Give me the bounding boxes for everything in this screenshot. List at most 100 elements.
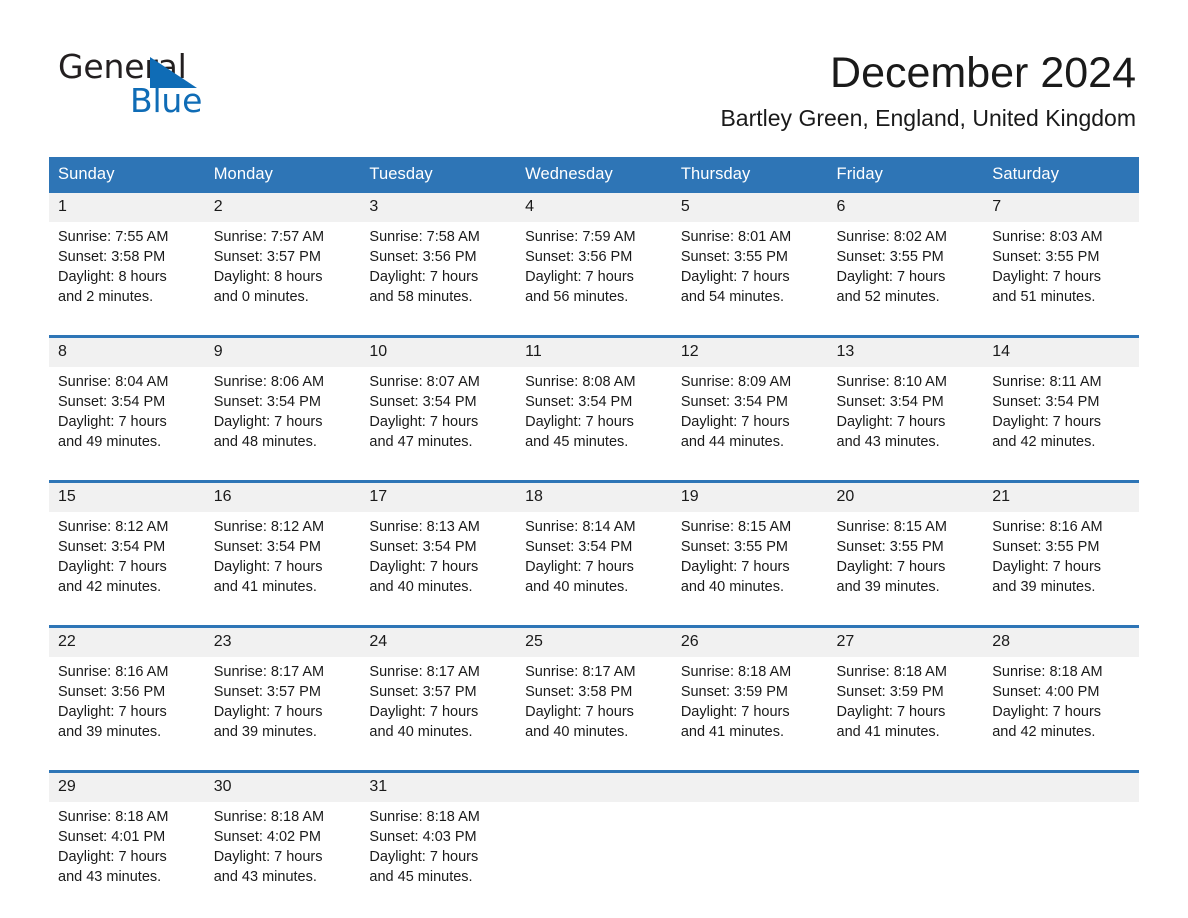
daylight-text-line2: and 2 minutes. [58,289,154,306]
sunrise-text: Sunrise: 8:14 AM [525,519,636,535]
day-number: 27 [827,625,984,657]
daylight-text-line2: and 54 minutes. [680,289,784,306]
sunrise-text: Sunrise: 7:55 AM [58,229,169,245]
daylight-text-line1: Daylight: 7 hours [213,704,323,721]
day-cell: Sunrise: 7:59 AM Sunset: 3:56 PM Dayligh… [516,222,672,337]
day-number: 14 [983,335,1139,367]
day-cell: Sunrise: 8:01 AM Sunset: 3:55 PM Dayligh… [671,222,828,337]
day-cell: Sunrise: 8:14 AM Sunset: 3:54 PM Dayligh… [516,512,672,627]
week-2-daynumbers: 8 9 10 11 12 13 14 [49,335,1139,367]
daylight-text-line1: Daylight: 7 hours [58,704,167,721]
page-header: General Blue December 2024 Bartley Green… [0,0,1188,152]
day-cell: Sunrise: 8:06 AM Sunset: 3:54 PM Dayligh… [204,367,361,482]
day-cell: Sunrise: 8:17 AM Sunset: 3:57 PM Dayligh… [204,657,361,772]
sunset-text: Sunset: 3:54 PM [836,394,944,411]
daylight-text-line2: and 51 minutes. [992,289,1096,306]
weekday-header-friday: Friday [827,157,984,193]
week-1-details: Sunrise: 7:55 AM Sunset: 3:58 PM Dayligh… [49,222,1139,337]
sunrise-text: Sunrise: 8:16 AM [58,664,169,680]
sunrise-text: Sunrise: 8:01 AM [680,229,792,245]
daylight-text-line2: and 40 minutes. [680,579,784,596]
sunrise-text: Sunrise: 8:15 AM [836,519,947,535]
daylight-text-line1: Daylight: 8 hours [213,269,323,286]
day-number: 28 [983,625,1139,657]
day-cell: Sunrise: 8:16 AM Sunset: 3:55 PM Dayligh… [983,512,1139,627]
sunset-text: Sunset: 3:54 PM [992,394,1100,411]
daylight-text-line1: Daylight: 7 hours [992,704,1102,721]
day-number: 29 [49,770,205,802]
sunrise-text: Sunrise: 8:08 AM [525,374,636,390]
weekday-header-tuesday: Tuesday [360,157,517,193]
daylight-text-line2: and 39 minutes. [836,579,940,596]
sunrise-text: Sunrise: 8:18 AM [213,809,325,825]
day-cell: Sunrise: 8:08 AM Sunset: 3:54 PM Dayligh… [516,367,672,482]
calendar-header-row: Sunday Monday Tuesday Wednesday Thursday… [49,157,1139,193]
day-cell: Sunrise: 8:10 AM Sunset: 3:54 PM Dayligh… [827,367,984,482]
day-cell: Sunrise: 8:12 AM Sunset: 3:54 PM Dayligh… [49,512,205,627]
daylight-text-line2: and 42 minutes. [992,434,1096,451]
week-5-details: Sunrise: 8:18 AM Sunset: 4:01 PM Dayligh… [49,802,1139,915]
sunset-text: Sunset: 4:03 PM [369,829,477,846]
sunset-text: Sunset: 3:54 PM [680,394,789,411]
weekday-header-monday: Monday [204,157,361,193]
day-cell: Sunrise: 8:18 AM Sunset: 3:59 PM Dayligh… [827,657,984,772]
week-1-daynumbers: 1 2 3 4 5 6 7 [49,193,1139,222]
sunset-text: Sunset: 3:59 PM [836,684,944,701]
sunrise-text: Sunrise: 8:18 AM [836,664,947,680]
daylight-text-line1: Daylight: 7 hours [680,559,790,576]
daylight-text-line1: Daylight: 7 hours [680,704,790,721]
location-subtitle: Bartley Green, England, United Kingdom [720,104,1136,131]
daylight-text-line2: and 0 minutes. [213,289,309,306]
daylight-text-line2: and 49 minutes. [58,434,162,451]
daylight-text-line1: Daylight: 7 hours [58,559,167,576]
day-number: 24 [360,625,517,657]
day-cell-empty [983,802,1139,915]
daylight-text-line2: and 47 minutes. [369,434,473,451]
day-cell: Sunrise: 7:57 AM Sunset: 3:57 PM Dayligh… [204,222,361,337]
day-number-empty [671,770,828,802]
daylight-text-line1: Daylight: 7 hours [836,704,946,721]
sunset-text: Sunset: 3:54 PM [213,394,321,411]
week-3-daynumbers: 15 16 17 18 19 20 21 [49,480,1139,512]
daylight-text-line1: Daylight: 7 hours [369,559,479,576]
daylight-text-line2: and 45 minutes. [369,869,473,886]
sunrise-text: Sunrise: 8:12 AM [213,519,325,535]
sunrise-text: Sunrise: 7:58 AM [369,229,480,245]
day-number: 1 [49,193,205,222]
weekday-header-sunday: Sunday [49,157,205,193]
daylight-text-line1: Daylight: 7 hours [992,269,1102,286]
daylight-text-line2: and 44 minutes. [680,434,784,451]
sunrise-text: Sunrise: 8:07 AM [369,374,480,390]
daylight-text-line2: and 45 minutes. [525,434,629,451]
day-cell-empty [516,802,672,915]
sunset-text: Sunset: 4:01 PM [58,829,166,846]
sunset-text: Sunset: 3:55 PM [992,539,1100,556]
day-number-empty [983,770,1139,802]
day-number: 4 [516,193,672,222]
day-cell-empty [827,802,984,915]
day-number: 9 [204,335,361,367]
calendar-page: General Blue December 2024 Bartley Green… [0,0,1188,918]
calendar-body: 1 2 3 4 5 6 7 Sunrise: 7:55 AM Sunset: 3… [49,193,1139,915]
day-cell: Sunrise: 7:55 AM Sunset: 3:58 PM Dayligh… [49,222,205,337]
daylight-text-line1: Daylight: 7 hours [992,559,1102,576]
daylight-text-line2: and 43 minutes. [58,869,162,886]
day-number: 21 [983,480,1139,512]
day-cell: Sunrise: 8:18 AM Sunset: 4:00 PM Dayligh… [983,657,1139,772]
sunrise-text: Sunrise: 7:59 AM [525,229,636,245]
daylight-text-line1: Daylight: 7 hours [680,414,790,431]
sunrise-text: Sunrise: 8:17 AM [213,664,325,680]
daylight-text-line1: Daylight: 7 hours [369,849,479,866]
day-cell: Sunrise: 8:17 AM Sunset: 3:58 PM Dayligh… [516,657,672,772]
daylight-text-line2: and 41 minutes. [680,724,784,741]
sunset-text: Sunset: 3:56 PM [369,249,477,266]
sunset-text: Sunset: 4:02 PM [213,829,321,846]
daylight-text-line1: Daylight: 7 hours [836,559,946,576]
day-number-empty [827,770,984,802]
day-cell: Sunrise: 8:13 AM Sunset: 3:54 PM Dayligh… [360,512,517,627]
daylight-text-line1: Daylight: 7 hours [680,269,790,286]
sunrise-text: Sunrise: 8:12 AM [58,519,169,535]
daylight-text-line2: and 43 minutes. [836,434,940,451]
daylight-text-line1: Daylight: 7 hours [213,559,323,576]
sunrise-text: Sunrise: 8:18 AM [680,664,792,680]
